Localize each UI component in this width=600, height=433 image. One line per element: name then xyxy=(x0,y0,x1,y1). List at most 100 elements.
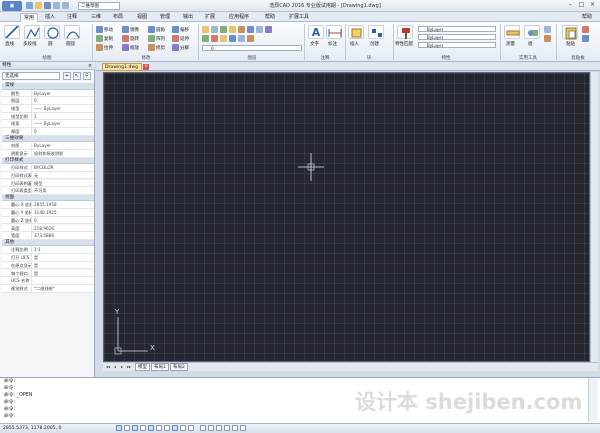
property-row[interactable]: 圆心 Y 坐标 1140.1925 xyxy=(2,209,94,217)
property-value[interactable]: 0 xyxy=(32,128,94,135)
layout-first-icon[interactable]: ◂◂ xyxy=(105,364,111,370)
quick-calc-icon[interactable] xyxy=(544,26,551,33)
match-properties-icon[interactable] xyxy=(397,25,413,39)
redo-icon[interactable] xyxy=(62,2,69,9)
property-value[interactable]: 无 xyxy=(32,172,94,179)
ortho-mode-icon[interactable] xyxy=(132,425,138,431)
layer-previous-icon[interactable] xyxy=(202,35,209,42)
open-file-icon[interactable] xyxy=(35,2,42,9)
property-value[interactable]: ByLayer xyxy=(32,90,94,97)
tab-layout1[interactable]: 布局1 xyxy=(151,363,169,371)
property-value[interactable]: 373.5886 xyxy=(32,232,94,239)
tab-help[interactable]: 帮助 xyxy=(262,13,278,22)
dynamic-input-icon[interactable] xyxy=(172,425,178,431)
layer-select[interactable]: 0 xyxy=(202,45,302,51)
property-value[interactable]: 是 xyxy=(32,270,94,277)
layer-walk-icon[interactable] xyxy=(265,26,272,33)
lineweight-icon[interactable] xyxy=(180,425,186,431)
layer-lock-icon[interactable] xyxy=(238,26,245,33)
array-icon[interactable] xyxy=(148,35,155,42)
property-value[interactable]: 是 xyxy=(32,254,94,261)
text-tool-icon[interactable]: A xyxy=(308,25,324,39)
line-tool-icon[interactable] xyxy=(4,25,20,39)
property-row[interactable]: 线型 —— ByLayer xyxy=(2,104,94,113)
property-value[interactable]: 1140.1925 xyxy=(32,209,94,216)
tab-applications[interactable]: 应用程序 xyxy=(226,13,252,22)
layer-merge-icon[interactable] xyxy=(238,35,245,42)
maximize-button[interactable]: □ xyxy=(577,1,586,10)
layout-prev-icon[interactable]: ◂ xyxy=(112,364,118,370)
close-button[interactable]: × xyxy=(588,1,597,10)
property-value[interactable]: 不可用 xyxy=(32,187,94,194)
layer-thaw-icon[interactable] xyxy=(220,35,227,42)
document-close-icon[interactable]: × xyxy=(143,64,149,70)
property-value[interactable]: 2855.1958 xyxy=(32,201,94,208)
layer-isolate-icon[interactable] xyxy=(256,26,263,33)
workspace-select[interactable]: 二维草图 xyxy=(78,2,120,10)
property-value[interactable]: 是 xyxy=(32,262,94,269)
layer-match-icon[interactable] xyxy=(247,26,254,33)
property-value[interactable]: —— ByLayer xyxy=(32,120,94,127)
property-value[interactable]: ByLayer xyxy=(32,142,94,149)
copy-clip-icon[interactable] xyxy=(582,35,589,42)
lineweight-select[interactable]: ByLayer xyxy=(418,42,496,48)
extend-icon[interactable] xyxy=(172,35,179,42)
canvas-vertical-scrollbar[interactable] xyxy=(590,72,598,362)
linetype-select[interactable]: ByLayer xyxy=(418,34,496,40)
property-row[interactable]: 阴影显示 投射和接收阴影 xyxy=(2,149,94,158)
create-block-icon[interactable] xyxy=(368,25,384,39)
selection-select[interactable]: 无选择 xyxy=(2,72,60,80)
property-row[interactable]: 图层 0 xyxy=(2,97,94,105)
tab-layout2[interactable]: 布局2 xyxy=(170,363,188,371)
property-value[interactable]: —— ByLayer xyxy=(32,105,94,112)
properties-close-icon[interactable]: × xyxy=(86,62,94,70)
polyline-tool-icon[interactable] xyxy=(24,25,40,39)
offset-icon[interactable] xyxy=(172,26,179,33)
layout-last-icon[interactable]: ▸▸ xyxy=(126,364,132,370)
tab-insert[interactable]: 插入 xyxy=(42,13,58,22)
property-value[interactable]: 模型 xyxy=(32,180,94,187)
circle-tool-icon[interactable] xyxy=(44,25,60,39)
transparency-icon[interactable] xyxy=(188,425,194,431)
quick-select-icon[interactable]: ⚲ xyxy=(83,72,91,80)
lock-ui-icon[interactable] xyxy=(224,425,230,431)
layer-unlock-icon[interactable] xyxy=(229,35,236,42)
group-icon[interactable] xyxy=(524,25,540,39)
tab-manage[interactable]: 管理 xyxy=(157,13,173,22)
new-file-icon[interactable] xyxy=(26,2,33,9)
tab-output[interactable]: 输出 xyxy=(180,13,196,22)
polar-tracking-icon[interactable] xyxy=(140,425,146,431)
toggle-pickadd-icon[interactable]: + xyxy=(63,72,71,80)
object-snap-icon[interactable] xyxy=(148,425,154,431)
isolate-objects-icon[interactable] xyxy=(232,425,238,431)
fillet-icon[interactable] xyxy=(148,26,155,33)
object-snap-tracking-icon[interactable] xyxy=(156,425,162,431)
mirror-icon[interactable] xyxy=(122,26,129,33)
property-row[interactable]: 打印表类型 不可用 xyxy=(2,187,94,195)
color-select[interactable]: ByLayer xyxy=(418,26,496,32)
copy-icon[interactable] xyxy=(96,35,103,42)
layer-off-icon[interactable] xyxy=(211,35,218,42)
dimension-tool-icon[interactable] xyxy=(326,25,342,39)
tab-extension-tools[interactable]: 扩展工具 xyxy=(286,13,312,22)
property-row[interactable]: 线型比例 1 xyxy=(2,112,94,121)
layer-freeze-icon[interactable] xyxy=(229,26,236,33)
property-row[interactable]: UCS 名称 xyxy=(2,277,94,285)
tab-home[interactable]: 常用 xyxy=(20,13,39,22)
measure-icon[interactable] xyxy=(504,25,520,39)
layer-state-icon[interactable] xyxy=(211,26,218,33)
model-space-icon[interactable] xyxy=(200,425,206,431)
paste-icon[interactable] xyxy=(562,25,578,40)
property-row[interactable]: 打印样式 BYCOLOR xyxy=(2,164,94,172)
stretch-icon[interactable] xyxy=(96,44,103,51)
property-row[interactable]: 打开 UCS ...是 xyxy=(2,254,94,262)
property-row[interactable]: 每个视口... 是 xyxy=(2,269,94,278)
tab-3d[interactable]: 三维 xyxy=(88,13,104,22)
drawing-canvas[interactable]: X Y xyxy=(103,72,590,362)
property-row[interactable]: 打印样式表无 xyxy=(2,171,94,180)
property-row[interactable]: 高度 218.9626 xyxy=(2,224,94,233)
insert-block-icon[interactable] xyxy=(348,25,364,39)
property-row[interactable]: 视觉样式 *二维线框* xyxy=(2,284,94,293)
command-scrollbar[interactable] xyxy=(588,378,598,422)
cut-icon[interactable] xyxy=(582,26,589,33)
